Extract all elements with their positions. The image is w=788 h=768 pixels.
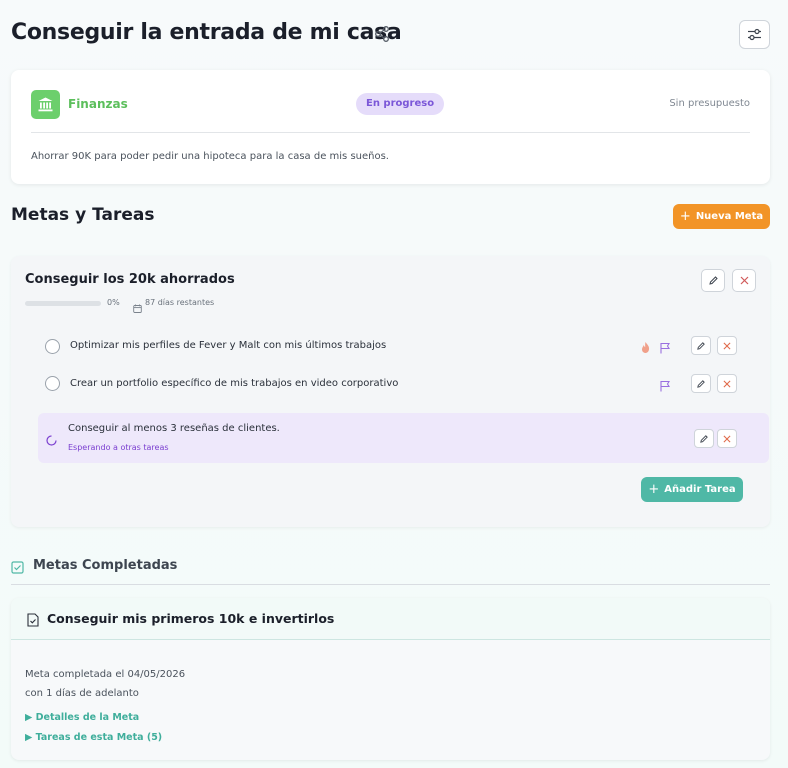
progress-bar	[25, 301, 101, 306]
share-icon[interactable]	[373, 25, 391, 43]
new-goal-button[interactable]: + Nueva Meta	[673, 204, 770, 229]
progress-percent: 0%	[107, 298, 120, 307]
sliders-icon	[748, 28, 761, 41]
fire-icon	[640, 339, 651, 358]
divider	[31, 132, 750, 133]
close-icon	[723, 380, 731, 387]
completed-section-title: Metas Completadas	[33, 558, 178, 573]
goal-card: Conseguir los 20k ahorrados 0% 87 días r…	[11, 256, 770, 527]
task-text: Optimizar mis perfiles de Fever y Malt c…	[70, 340, 387, 351]
completed-goal-header[interactable]: Conseguir mis primeros 10k e invertirlos	[11, 598, 770, 640]
project-description: Ahorrar 90K para poder pedir una hipotec…	[31, 151, 389, 162]
blocked-task: Conseguir al menos 3 reseñas de clientes…	[38, 413, 769, 463]
edit-goal-button[interactable]	[701, 269, 725, 292]
completed-goal-title: Conseguir mis primeros 10k e invertirlos	[47, 611, 335, 626]
new-goal-label: Nueva Meta	[695, 211, 764, 222]
calendar-icon	[133, 298, 142, 313]
goal-details-link[interactable]: ▶ Detalles de la Meta	[25, 712, 139, 723]
completion-date: Meta completada el 04/05/2026	[25, 669, 186, 680]
loading-spinner-icon	[46, 431, 57, 450]
budget-label: Sin presupuesto	[669, 98, 750, 109]
task-checkbox[interactable]	[45, 339, 60, 354]
delete-task-button[interactable]	[717, 336, 737, 355]
edit-task-button[interactable]	[694, 429, 714, 448]
project-info-card: Finanzas En progreso Sin presupuesto Aho…	[11, 70, 770, 184]
pencil-icon	[708, 276, 718, 285]
category-label: Finanzas	[68, 97, 128, 111]
goal-tasks-link[interactable]: ▶ Tareas de esta Meta (5)	[25, 732, 162, 743]
delete-task-button[interactable]	[717, 374, 737, 393]
plus-icon: +	[648, 482, 660, 497]
close-icon	[723, 342, 731, 349]
close-icon	[723, 435, 731, 442]
days-remaining: 87 días restantes	[145, 298, 215, 307]
task-text: Conseguir al menos 3 reseñas de clientes…	[68, 423, 280, 434]
divider	[11, 584, 770, 585]
days-ahead: con 1 días de adelanto	[25, 688, 139, 699]
task-checkbox[interactable]	[45, 376, 60, 391]
status-badge: En progreso	[356, 93, 445, 115]
edit-task-button[interactable]	[691, 336, 711, 355]
flag-icon[interactable]	[659, 377, 671, 396]
close-icon	[740, 276, 748, 285]
task-text: Crear un portfolio específico de mis tra…	[70, 378, 399, 389]
add-task-label: Añadir Tarea	[664, 484, 736, 495]
completed-goal-card: Conseguir mis primeros 10k e invertirlos…	[11, 598, 770, 760]
flag-icon[interactable]	[659, 339, 671, 358]
plus-icon: +	[679, 209, 691, 224]
triangle-right-icon: ▶	[25, 732, 36, 743]
goals-section-title: Metas y Tareas	[11, 205, 155, 225]
pencil-icon	[697, 341, 705, 350]
bank-icon	[31, 90, 60, 119]
triangle-right-icon: ▶	[25, 712, 36, 723]
add-task-button[interactable]: + Añadir Tarea	[641, 477, 743, 502]
edit-task-button[interactable]	[691, 374, 711, 393]
waiting-status: Esperando a otras tareas	[68, 443, 169, 452]
page-title: Conseguir la entrada de mi casa	[11, 20, 402, 45]
goal-title: Conseguir los 20k ahorrados	[25, 272, 235, 287]
delete-task-button[interactable]	[717, 429, 737, 448]
pencil-icon	[700, 434, 708, 443]
delete-goal-button[interactable]	[732, 269, 756, 292]
document-check-icon	[27, 612, 39, 627]
filter-settings-button[interactable]	[739, 20, 770, 49]
pencil-icon	[697, 379, 705, 388]
checklist-icon	[11, 559, 24, 574]
